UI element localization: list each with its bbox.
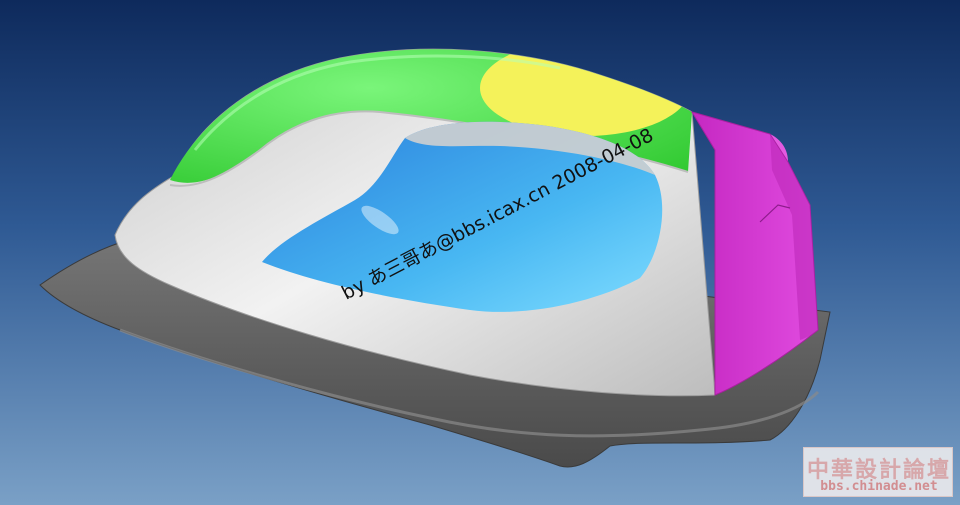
iron-render-scene: by あ三哥あ@bbs.icax.cn 2008-04-08 [0,0,960,505]
stamp-url: bbs.chinade.net [820,479,938,494]
watermark-stamp: 中華設計論壇 bbs.chinade.net [803,447,953,497]
